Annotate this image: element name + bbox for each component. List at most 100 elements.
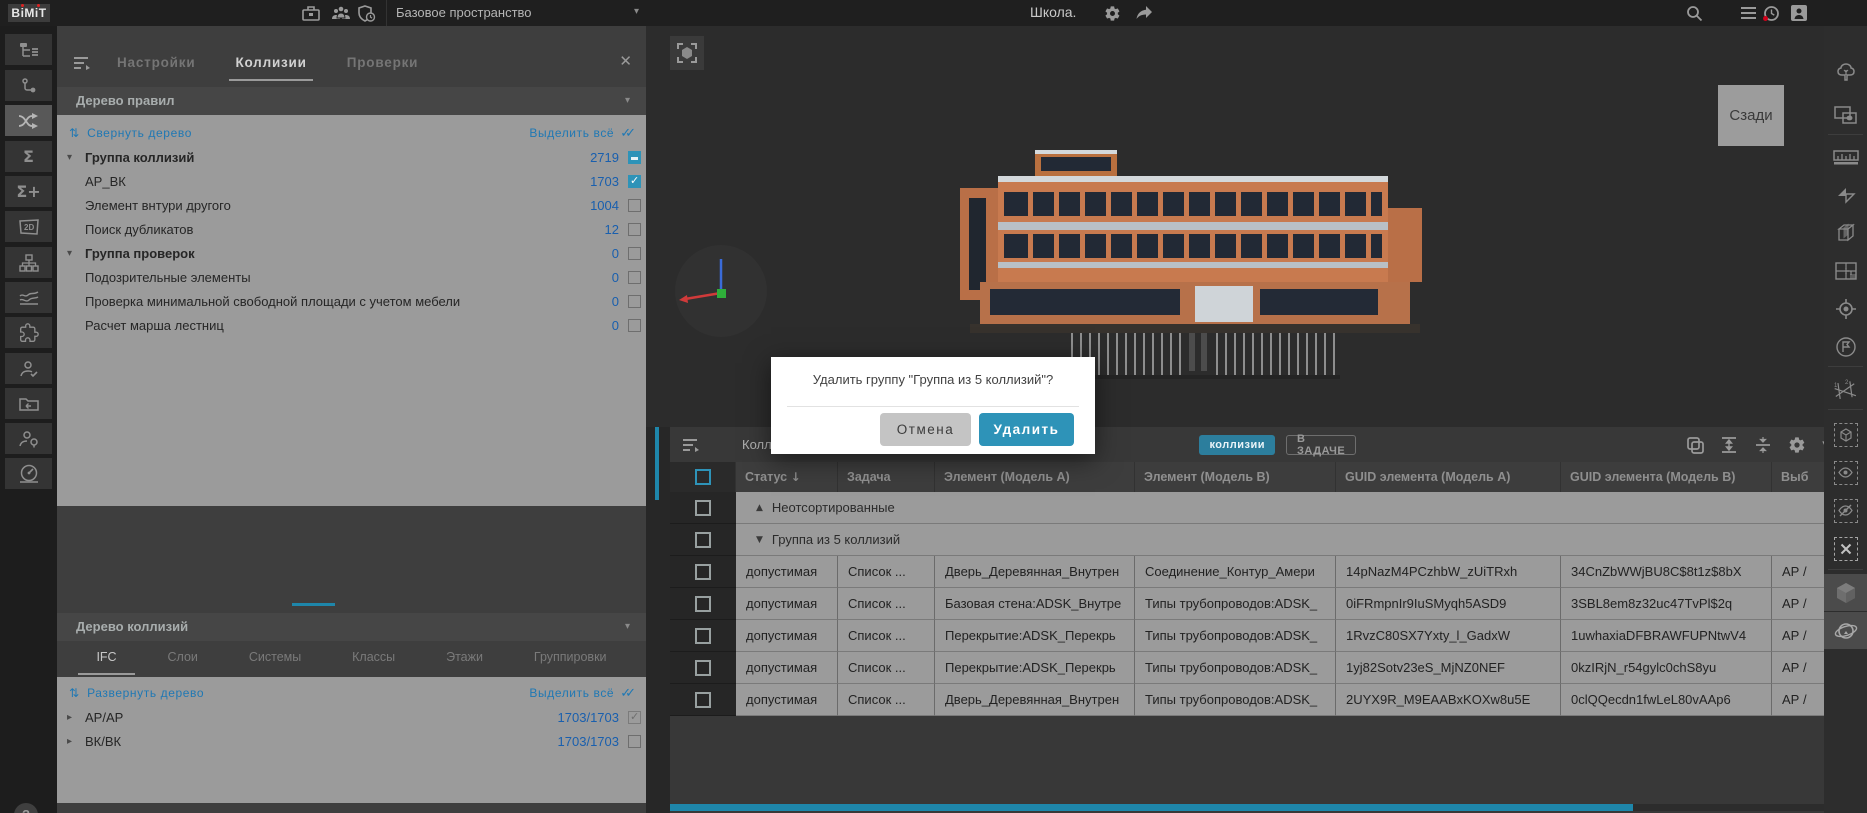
- row-checkbox-cell[interactable]: [670, 652, 736, 684]
- tab-checks[interactable]: Проверки: [347, 48, 419, 81]
- caret-right-icon[interactable]: ▸: [67, 712, 85, 723]
- fit-view-icon[interactable]: [670, 36, 704, 70]
- show-box-icon[interactable]: [1824, 454, 1867, 491]
- gear-icon[interactable]: [1788, 436, 1806, 454]
- table-group-row[interactable]: ▲Неотсортированные: [670, 492, 1824, 524]
- tree-item[interactable]: Подозрительные элементы 0: [57, 265, 646, 289]
- checkbox-checked-disabled[interactable]: [628, 711, 641, 724]
- checkbox-empty[interactable]: [695, 596, 711, 612]
- caret-down-icon[interactable]: ▾: [67, 248, 85, 259]
- panel-menu-icon[interactable]: [682, 438, 700, 452]
- delete-button[interactable]: Удалить: [979, 413, 1074, 446]
- row-checkbox-cell[interactable]: [670, 524, 736, 556]
- col-element-a[interactable]: Элемент (Модель A): [935, 462, 1135, 492]
- checkbox-empty[interactable]: [628, 199, 641, 212]
- table-row[interactable]: допустимая Список ... Перекрытие:ADSK_Пе…: [670, 652, 1824, 684]
- collisions-tree-header[interactable]: Дерево коллизий ▾: [57, 613, 646, 641]
- clear-box-icon[interactable]: [1824, 530, 1867, 567]
- table-row[interactable]: допустимая Список ... Дверь_Деревянная_В…: [670, 556, 1824, 588]
- checkbox-indeterminate[interactable]: [628, 151, 641, 164]
- row-height-expand-icon[interactable]: [1720, 436, 1738, 454]
- tab-ifc[interactable]: IFC: [96, 640, 116, 677]
- tree-item[interactable]: Проверка минимальной свободной площади с…: [57, 289, 646, 313]
- checkbox-empty[interactable]: [695, 469, 711, 485]
- section-plane-icon[interactable]: [1824, 176, 1867, 213]
- caret-up-icon[interactable]: ▲: [756, 503, 763, 513]
- bimit-logo[interactable]: BiMiT: [8, 4, 50, 22]
- org-chart-icon[interactable]: [5, 247, 52, 278]
- view-cube[interactable]: Сзади: [1718, 85, 1784, 146]
- search-icon[interactable]: [1686, 5, 1706, 23]
- tree-vegetation-icon[interactable]: [1824, 54, 1867, 91]
- close-icon[interactable]: ✕: [619, 52, 632, 70]
- col-guid-b[interactable]: GUID элемента (Модель B): [1561, 462, 1772, 492]
- team-icon[interactable]: [330, 4, 350, 22]
- collisions-shuffle-icon[interactable]: [5, 105, 52, 136]
- axes-grid-icon[interactable]: 12: [1824, 371, 1867, 408]
- checkbox-empty[interactable]: [628, 319, 641, 332]
- rules-tree-header[interactable]: Дерево правил ▾: [57, 87, 646, 115]
- tab-settings[interactable]: Настройки: [117, 48, 195, 81]
- chevron-down-icon[interactable]: ▾: [625, 613, 630, 641]
- checkbox-empty[interactable]: [628, 295, 641, 308]
- nodes-icon[interactable]: [5, 70, 52, 101]
- briefcase-icon[interactable]: [301, 4, 321, 22]
- frames-select-icon[interactable]: [1824, 96, 1867, 133]
- table-row[interactable]: допустимая Список ... Перекрытие:ADSK_Пе…: [670, 620, 1824, 652]
- chevron-down-icon[interactable]: ▾: [625, 87, 630, 115]
- checkbox-empty[interactable]: [628, 247, 641, 260]
- horizontal-scrollbar[interactable]: [670, 804, 1824, 811]
- collapse-expand-icon[interactable]: ⇅: [69, 686, 79, 700]
- gauge-icon[interactable]: [5, 458, 52, 489]
- checkbox-checked[interactable]: [628, 175, 641, 188]
- tree-item[interactable]: Поиск дубликатов 12: [57, 217, 646, 241]
- person-check-icon[interactable]: [5, 353, 52, 384]
- tab-layers[interactable]: Слои: [168, 640, 198, 677]
- checkbox-empty[interactable]: [695, 628, 711, 644]
- tree-item[interactable]: ▾ Группа проверок 0: [57, 241, 646, 265]
- scroll-thumb-horizontal[interactable]: [292, 603, 335, 606]
- row-checkbox-cell[interactable]: [670, 588, 736, 620]
- cube-section-icon[interactable]: [1824, 214, 1867, 251]
- checkbox-empty[interactable]: [695, 500, 711, 516]
- checkbox-empty[interactable]: [628, 735, 641, 748]
- 2d-view-icon[interactable]: 2D: [5, 211, 52, 242]
- folder-share-icon[interactable]: [5, 388, 52, 419]
- tab-groupings[interactable]: Группировки: [534, 640, 607, 677]
- checkbox-empty[interactable]: [695, 564, 711, 580]
- col-task[interactable]: Задача: [838, 462, 935, 492]
- sum-plus-icon[interactable]: Σ+: [5, 176, 52, 207]
- sort-desc-icon[interactable]: ↓: [791, 470, 801, 484]
- select-all-link[interactable]: Выделить всё: [529, 686, 614, 700]
- flag-icon[interactable]: [1824, 328, 1867, 365]
- col-status[interactable]: Статус ↓: [736, 462, 838, 492]
- person-location-icon[interactable]: [5, 423, 52, 454]
- row-checkbox-cell[interactable]: [670, 492, 736, 524]
- checkbox-empty[interactable]: [628, 271, 641, 284]
- caret-down-icon[interactable]: ▼: [756, 535, 763, 545]
- collapse-tree-link[interactable]: Свернуть дерево: [87, 126, 192, 140]
- checkbox-empty[interactable]: [628, 223, 641, 236]
- caret-down-icon[interactable]: ▾: [67, 152, 85, 163]
- cancel-button[interactable]: Отмена: [880, 413, 971, 446]
- table-row[interactable]: допустимая Список ... Дверь_Деревянная_В…: [670, 684, 1824, 716]
- shield-clock-icon[interactable]: [357, 4, 377, 22]
- expand-tree-link[interactable]: Развернуть дерево: [87, 686, 204, 700]
- col-guid-a[interactable]: GUID элемента (Модель A): [1336, 462, 1561, 492]
- select-all-cell[interactable]: [670, 462, 736, 492]
- hide-box-icon[interactable]: [1824, 492, 1867, 529]
- select-all-link[interactable]: Выделить всё: [529, 126, 614, 140]
- copy-icon[interactable]: [1686, 436, 1704, 454]
- row-checkbox-cell[interactable]: [670, 684, 736, 716]
- scroll-thumb-vertical[interactable]: [655, 427, 659, 500]
- sum-icon[interactable]: Σ: [5, 141, 52, 172]
- tree-item[interactable]: Элемент внтури другого 1004: [57, 193, 646, 217]
- user-badge-icon[interactable]: [1790, 4, 1810, 22]
- checkbox-empty[interactable]: [695, 692, 711, 708]
- tab-systems[interactable]: Системы: [249, 640, 301, 677]
- tree-item[interactable]: АР_ВК 1703: [57, 169, 646, 193]
- tree-item[interactable]: Расчет марша лестниц 0: [57, 313, 646, 337]
- floor-plan-icon[interactable]: [1824, 252, 1867, 289]
- structure-tree-icon[interactable]: [5, 34, 52, 65]
- chevron-down-icon[interactable]: ▾: [634, 6, 639, 17]
